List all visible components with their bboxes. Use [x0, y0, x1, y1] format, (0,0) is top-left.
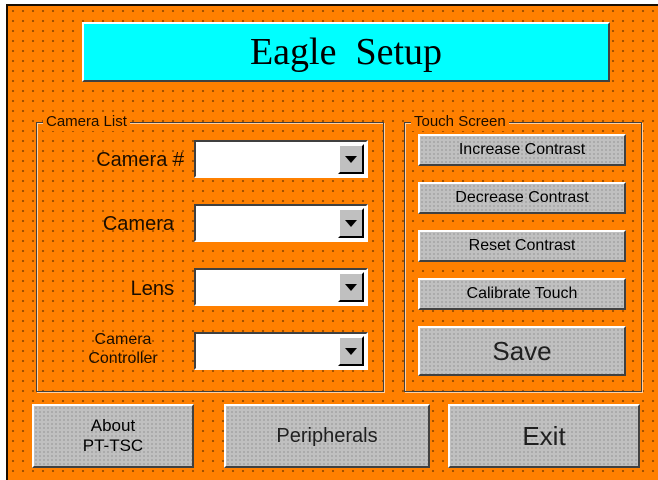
camera-dropdown-button[interactable] — [338, 208, 364, 238]
save-button[interactable]: Save — [418, 326, 626, 376]
chevron-down-icon — [345, 283, 357, 291]
camera-select[interactable] — [194, 204, 368, 242]
calibrate-touch-button[interactable]: Calibrate Touch — [418, 278, 626, 310]
lens-dropdown-button[interactable] — [338, 272, 364, 302]
eagle-setup-window: Eagle Setup Camera List Camera # Camera … — [6, 4, 658, 480]
lens-label: Lens — [130, 278, 174, 300]
increase-contrast-button[interactable]: Increase Contrast — [418, 134, 626, 166]
chevron-down-icon — [345, 219, 357, 227]
chevron-down-icon — [345, 155, 357, 163]
camera-number-select[interactable] — [194, 140, 368, 178]
about-button[interactable]: About PT-TSC — [32, 404, 194, 468]
camera-controller-label: Camera Controller — [88, 331, 158, 367]
camera-number-dropdown-button[interactable] — [338, 144, 364, 174]
camera-controller-dropdown-button[interactable] — [338, 336, 364, 366]
exit-button[interactable]: Exit — [448, 404, 640, 468]
camera-number-label: Camera # — [96, 149, 184, 171]
camera-controller-select[interactable] — [194, 332, 368, 370]
decrease-contrast-button[interactable]: Decrease Contrast — [418, 182, 626, 214]
reset-contrast-button[interactable]: Reset Contrast — [418, 230, 626, 262]
camera-list-group-label: Camera List — [43, 113, 130, 131]
lens-select[interactable] — [194, 268, 368, 306]
touch-screen-group-label: Touch Screen — [411, 113, 509, 131]
page-title: Eagle Setup — [82, 22, 610, 82]
camera-label: Camera — [102, 213, 174, 235]
chevron-down-icon — [345, 347, 357, 355]
peripherals-button[interactable]: Peripherals — [224, 404, 430, 468]
